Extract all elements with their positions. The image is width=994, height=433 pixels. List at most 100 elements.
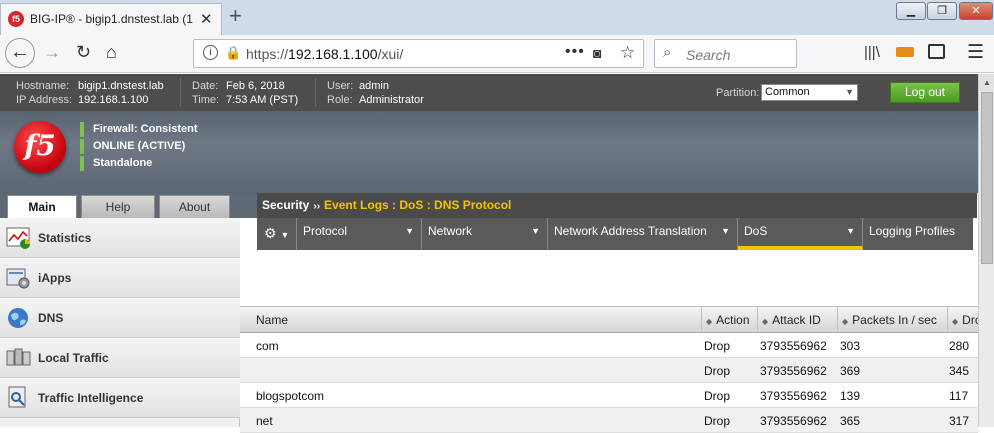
scroll-up-icon[interactable]: ▲ <box>979 74 994 91</box>
nav-label: DNS <box>38 311 64 325</box>
nav-item-local-traffic[interactable]: Local Traffic <box>0 338 240 378</box>
divider <box>315 78 316 107</box>
menu-icon[interactable]: ☰ <box>967 41 984 64</box>
pocket-icon[interactable]: ◙ <box>593 45 601 61</box>
table-row[interactable]: com Drop 3793556962 303 280 <box>240 333 978 358</box>
address-bar[interactable]: i 🔒 https://192.168.1.100/xui/ ••• ◙ ☆ <box>193 39 644 68</box>
menu-label: DoS <box>744 224 768 238</box>
tab-close-icon[interactable]: ✕ <box>200 10 213 28</box>
f5-favicon-icon: f5 <box>8 11 24 27</box>
gear-icon[interactable]: ⚙ ▼ <box>257 218 297 250</box>
cell-action: Drop <box>704 364 731 378</box>
chevron-down-icon: ▼ <box>280 230 290 240</box>
status-online: ONLINE (ACTIVE) <box>80 139 185 154</box>
nav-label: Statistics <box>38 231 92 245</box>
menu-label: Logging Profiles <box>869 224 956 238</box>
page-actions-icon[interactable]: ••• <box>565 43 585 61</box>
status-standalone: Standalone <box>80 156 152 171</box>
partition-value: Common <box>765 86 810 98</box>
table-row[interactable]: net Drop 3793556962 365 317 <box>240 408 978 433</box>
tab-main[interactable]: Main <box>7 195 77 218</box>
security-menu-bar: ⚙ ▼ Protocol ▼ Network ▼ Network Address T… <box>257 218 973 250</box>
traffic-intelligence-icon <box>8 386 26 408</box>
library-icon[interactable]: |||\ <box>864 44 880 61</box>
breadcrumb-section[interactable]: Security <box>262 198 309 212</box>
ip-label: IP Address: <box>16 94 73 106</box>
nav-label: iApps <box>38 271 72 285</box>
nav-item-dns[interactable]: DNS <box>0 298 240 338</box>
system-info-bar: Hostname: bigip1.dnstest.lab IP Address:… <box>0 74 978 111</box>
sidebar-icon[interactable] <box>928 44 945 59</box>
cell-attack-id: 3793556962 <box>760 414 827 428</box>
nav-item-traffic-intelligence[interactable]: Traffic Intelligence <box>0 378 240 418</box>
minimize-icon[interactable]: ▁ <box>896 2 926 20</box>
status-banner: f5 Firewall: Consistent ONLINE (ACTIVE) … <box>0 111 978 193</box>
col-label: Packets In / sec <box>852 313 937 327</box>
new-tab-icon[interactable]: + <box>229 3 242 29</box>
status-firewall: Firewall: Consistent <box>80 122 198 137</box>
partition-select[interactable]: Common ▼ <box>761 84 858 101</box>
cell-dropped: 117 <box>949 389 969 403</box>
extension-icon[interactable] <box>896 47 914 57</box>
col-attack-id[interactable]: ◆ Attack ID <box>757 307 837 334</box>
cell-dropped: 317 <box>949 414 970 428</box>
col-label: Dro <box>962 313 978 327</box>
chevron-down-icon: ▼ <box>405 226 414 236</box>
forward-arrow-icon[interactable]: → <box>43 42 61 63</box>
window-close-icon[interactable]: ✕ <box>959 2 993 20</box>
cell-packets: 139 <box>840 389 861 403</box>
col-label: Attack ID <box>772 313 821 327</box>
cell-name: blogspotcom <box>256 389 325 403</box>
menu-protocol[interactable]: Protocol ▼ <box>297 218 422 250</box>
url-text[interactable]: https://192.168.1.100/xui/ <box>246 46 403 62</box>
main-tabs: Main Help About <box>0 193 257 218</box>
col-dropped[interactable]: ◆Dro <box>947 307 978 334</box>
home-icon[interactable]: ⌂ <box>106 42 117 63</box>
col-action[interactable]: ◆ Action <box>701 307 757 334</box>
table-row[interactable]: blogspotcom Drop 3793556962 139 117 <box>240 383 978 408</box>
cell-packets: 369 <box>840 364 861 378</box>
menu-dos[interactable]: DoS ▼ <box>738 218 863 250</box>
chevron-down-icon: ▼ <box>721 226 730 236</box>
cell-packets: 365 <box>840 414 861 428</box>
nav-item-iapps[interactable]: iApps <box>0 258 240 298</box>
menu-label: Network Address Translation <box>554 224 707 238</box>
browser-tab-bar: f5 BIG-IP® - bigip1.dnstest.lab (1 ✕ + ▁… <box>0 0 994 35</box>
sort-icon: ◆ <box>706 317 713 326</box>
lock-warning-icon[interactable]: 🔒 <box>225 45 241 61</box>
date-value: Feb 6, 2018 <box>226 80 285 92</box>
menu-label: Protocol <box>303 224 348 238</box>
nav-item-statistics[interactable]: Statistics <box>0 218 240 258</box>
tab-help[interactable]: Help <box>81 195 155 218</box>
tab-about[interactable]: About <box>159 195 230 218</box>
role-value: Administrator <box>359 94 424 106</box>
bookmark-star-icon[interactable]: ☆ <box>620 43 635 63</box>
col-name[interactable]: Name <box>240 307 701 334</box>
menu-network[interactable]: Network ▼ <box>422 218 548 250</box>
nav-label: Local Traffic <box>38 351 109 365</box>
info-icon[interactable]: i <box>203 45 218 60</box>
page-scrollbar[interactable]: ▲ <box>978 74 994 427</box>
search-placeholder: Search <box>686 47 731 63</box>
time-label: Time: <box>192 94 220 106</box>
reload-icon[interactable]: ↻ <box>76 42 91 63</box>
cell-attack-id: 3793556962 <box>760 389 827 403</box>
breadcrumb: Security ›› Event Logs : DoS : DNS Protoco… <box>257 193 977 218</box>
cell-action: Drop <box>704 414 731 428</box>
role-label: Role: <box>327 94 353 106</box>
tab-title: BIG-IP® - bigip1.dnstest.lab (1 <box>30 12 193 26</box>
menu-nat[interactable]: Network Address Translation ▼ <box>548 218 738 250</box>
restore-icon[interactable]: ❐ <box>927 2 957 20</box>
back-arrow-icon[interactable]: ← <box>5 38 35 68</box>
scrollbar-thumb[interactable] <box>981 92 993 264</box>
menu-logging-profiles[interactable]: Logging Profiles <box>863 218 973 250</box>
logout-button[interactable]: Log out <box>890 82 960 103</box>
col-packets-in[interactable]: ◆ Packets In / sec <box>837 307 947 334</box>
table-row[interactable]: Drop 3793556962 369 345 <box>240 358 978 383</box>
menu-label: Network <box>428 224 473 238</box>
browser-tab[interactable]: f5 BIG-IP® - bigip1.dnstest.lab (1 ✕ <box>0 3 222 35</box>
time-value: 7:53 AM (PST) <box>226 94 299 106</box>
search-icon: ⌕ <box>663 44 672 61</box>
sort-icon: ◆ <box>842 317 849 326</box>
search-bar[interactable]: ⌕ Search <box>654 39 797 68</box>
